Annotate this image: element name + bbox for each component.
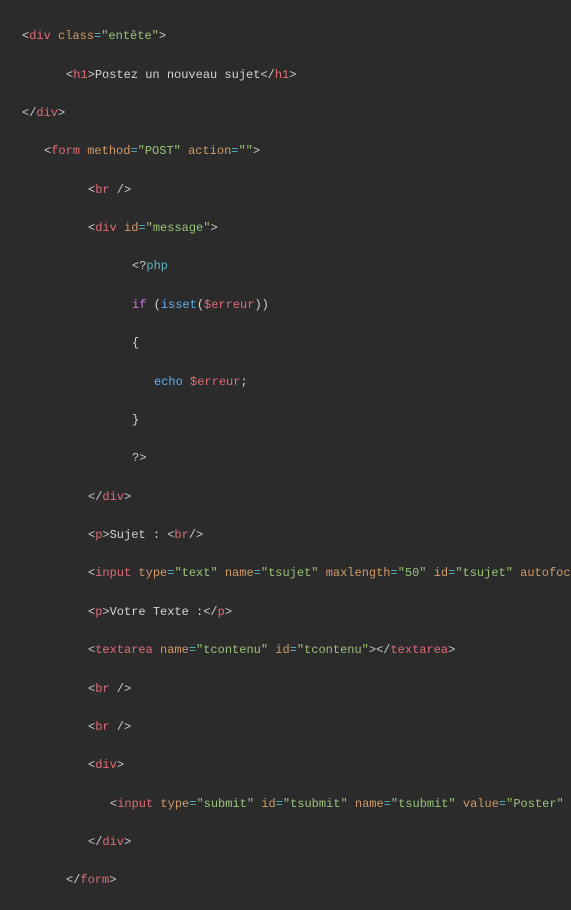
code-line: <div id="message"> <box>88 219 571 238</box>
code-line: <form method="POST" action=""> <box>44 142 571 161</box>
code-line: <div class="entête"> <box>22 27 571 46</box>
code-line: <br /> <box>88 718 571 737</box>
code-line: } <box>132 411 571 430</box>
code-line: </div> <box>22 104 571 123</box>
code-line: if (isset($erreur)) <box>132 296 571 315</box>
code-content: <div class="entête"> <h1>Postez un nouve… <box>0 27 571 890</box>
code-line: echo $erreur; <box>154 373 571 392</box>
code-line: </div> <box>88 488 571 507</box>
code-line: ?> <box>132 449 571 468</box>
code-line: <textarea name="tcontenu" id="tcontenu">… <box>88 641 571 660</box>
code-line: </div> <box>88 833 571 852</box>
code-line: <input type="text" name="tsujet" maxleng… <box>88 564 571 583</box>
code-line: <?php <box>132 257 571 276</box>
code-block[interactable]: <div class="entête"> <h1>Postez un nouve… <box>0 0 571 910</box>
code-line: <div> <box>88 756 571 775</box>
code-line: <h1>Postez un nouveau sujet</h1> <box>66 66 571 85</box>
code-line: <p>Sujet : <br/> <box>88 526 571 545</box>
code-line: { <box>132 334 571 353</box>
code-line: <br /> <box>88 680 571 699</box>
code-line: <br /> <box>88 181 571 200</box>
code-line: <p>Votre Texte :</p> <box>88 603 571 622</box>
code-line: </form> <box>66 871 571 890</box>
code-line: <input type="submit" id="tsubmit" name="… <box>110 795 571 814</box>
